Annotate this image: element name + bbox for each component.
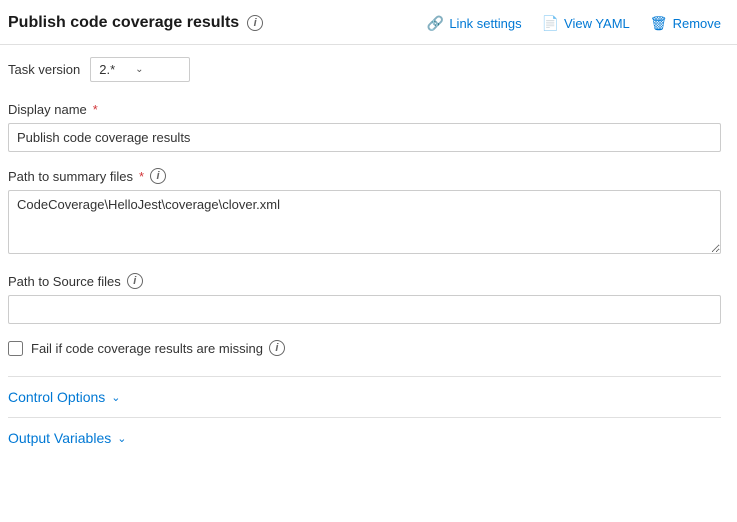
page-header: Publish code coverage results i 🔗 Link s…: [0, 0, 737, 45]
title-info-icon[interactable]: i: [247, 15, 263, 31]
task-version-select[interactable]: 2.* ⌄: [90, 57, 190, 82]
control-options-section: Control Options ⌄: [8, 376, 721, 417]
view-yaml-button[interactable]: 📄 View YAML: [542, 15, 630, 32]
header-actions: 🔗 Link settings 📄 View YAML 🗑 Remove: [427, 15, 721, 32]
path-source-input[interactable]: [8, 295, 721, 324]
fail-checkbox-row: Fail if code coverage results are missin…: [8, 340, 721, 356]
output-variables-header[interactable]: Output Variables ⌄: [8, 430, 721, 446]
header-left: Publish code coverage results i: [8, 14, 263, 32]
display-name-input[interactable]: [8, 123, 721, 152]
output-variables-chevron-icon: ⌄: [117, 432, 126, 445]
fail-checkbox-label: Fail if code coverage results are missin…: [31, 340, 285, 356]
path-source-group: Path to Source files i: [8, 273, 721, 324]
fail-checkbox-input[interactable]: [8, 341, 23, 356]
control-options-label: Control Options: [8, 389, 105, 405]
page-title: Publish code coverage results: [8, 14, 239, 32]
trash-icon: 🗑: [650, 15, 668, 32]
path-summary-required: *: [139, 169, 144, 184]
fail-checkbox-info-icon[interactable]: i: [269, 340, 285, 356]
task-version-label: Task version: [8, 62, 80, 77]
control-options-chevron-icon: ⌄: [111, 391, 120, 404]
path-summary-info-icon[interactable]: i: [150, 168, 166, 184]
path-summary-input[interactable]: CodeCoverage\HelloJest\coverage\clover.x…: [8, 190, 721, 254]
link-settings-label: Link settings: [449, 16, 521, 31]
path-source-info-icon[interactable]: i: [127, 273, 143, 289]
display-name-required: *: [93, 102, 98, 117]
task-version-chevron-icon: ⌄: [135, 64, 143, 75]
task-version-row: Task version 2.* ⌄: [8, 57, 721, 82]
output-variables-section: Output Variables ⌄: [8, 417, 721, 458]
path-source-label: Path to Source files i: [8, 273, 721, 289]
task-version-value: 2.*: [99, 62, 115, 77]
link-settings-button[interactable]: 🔗 Link settings: [427, 15, 522, 32]
yaml-icon: 📄: [542, 15, 559, 32]
main-content: Task version 2.* ⌄ Display name * Path t…: [0, 45, 737, 470]
control-options-header[interactable]: Control Options ⌄: [8, 389, 721, 405]
display-name-label: Display name *: [8, 102, 721, 117]
path-summary-label: Path to summary files * i: [8, 168, 721, 184]
remove-button[interactable]: 🗑 Remove: [650, 15, 721, 32]
display-name-group: Display name *: [8, 102, 721, 152]
remove-label: Remove: [673, 16, 721, 31]
path-summary-group: Path to summary files * i CodeCoverage\H…: [8, 168, 721, 257]
output-variables-label: Output Variables: [8, 430, 111, 446]
view-yaml-label: View YAML: [564, 16, 630, 31]
link-icon: 🔗: [427, 15, 444, 32]
